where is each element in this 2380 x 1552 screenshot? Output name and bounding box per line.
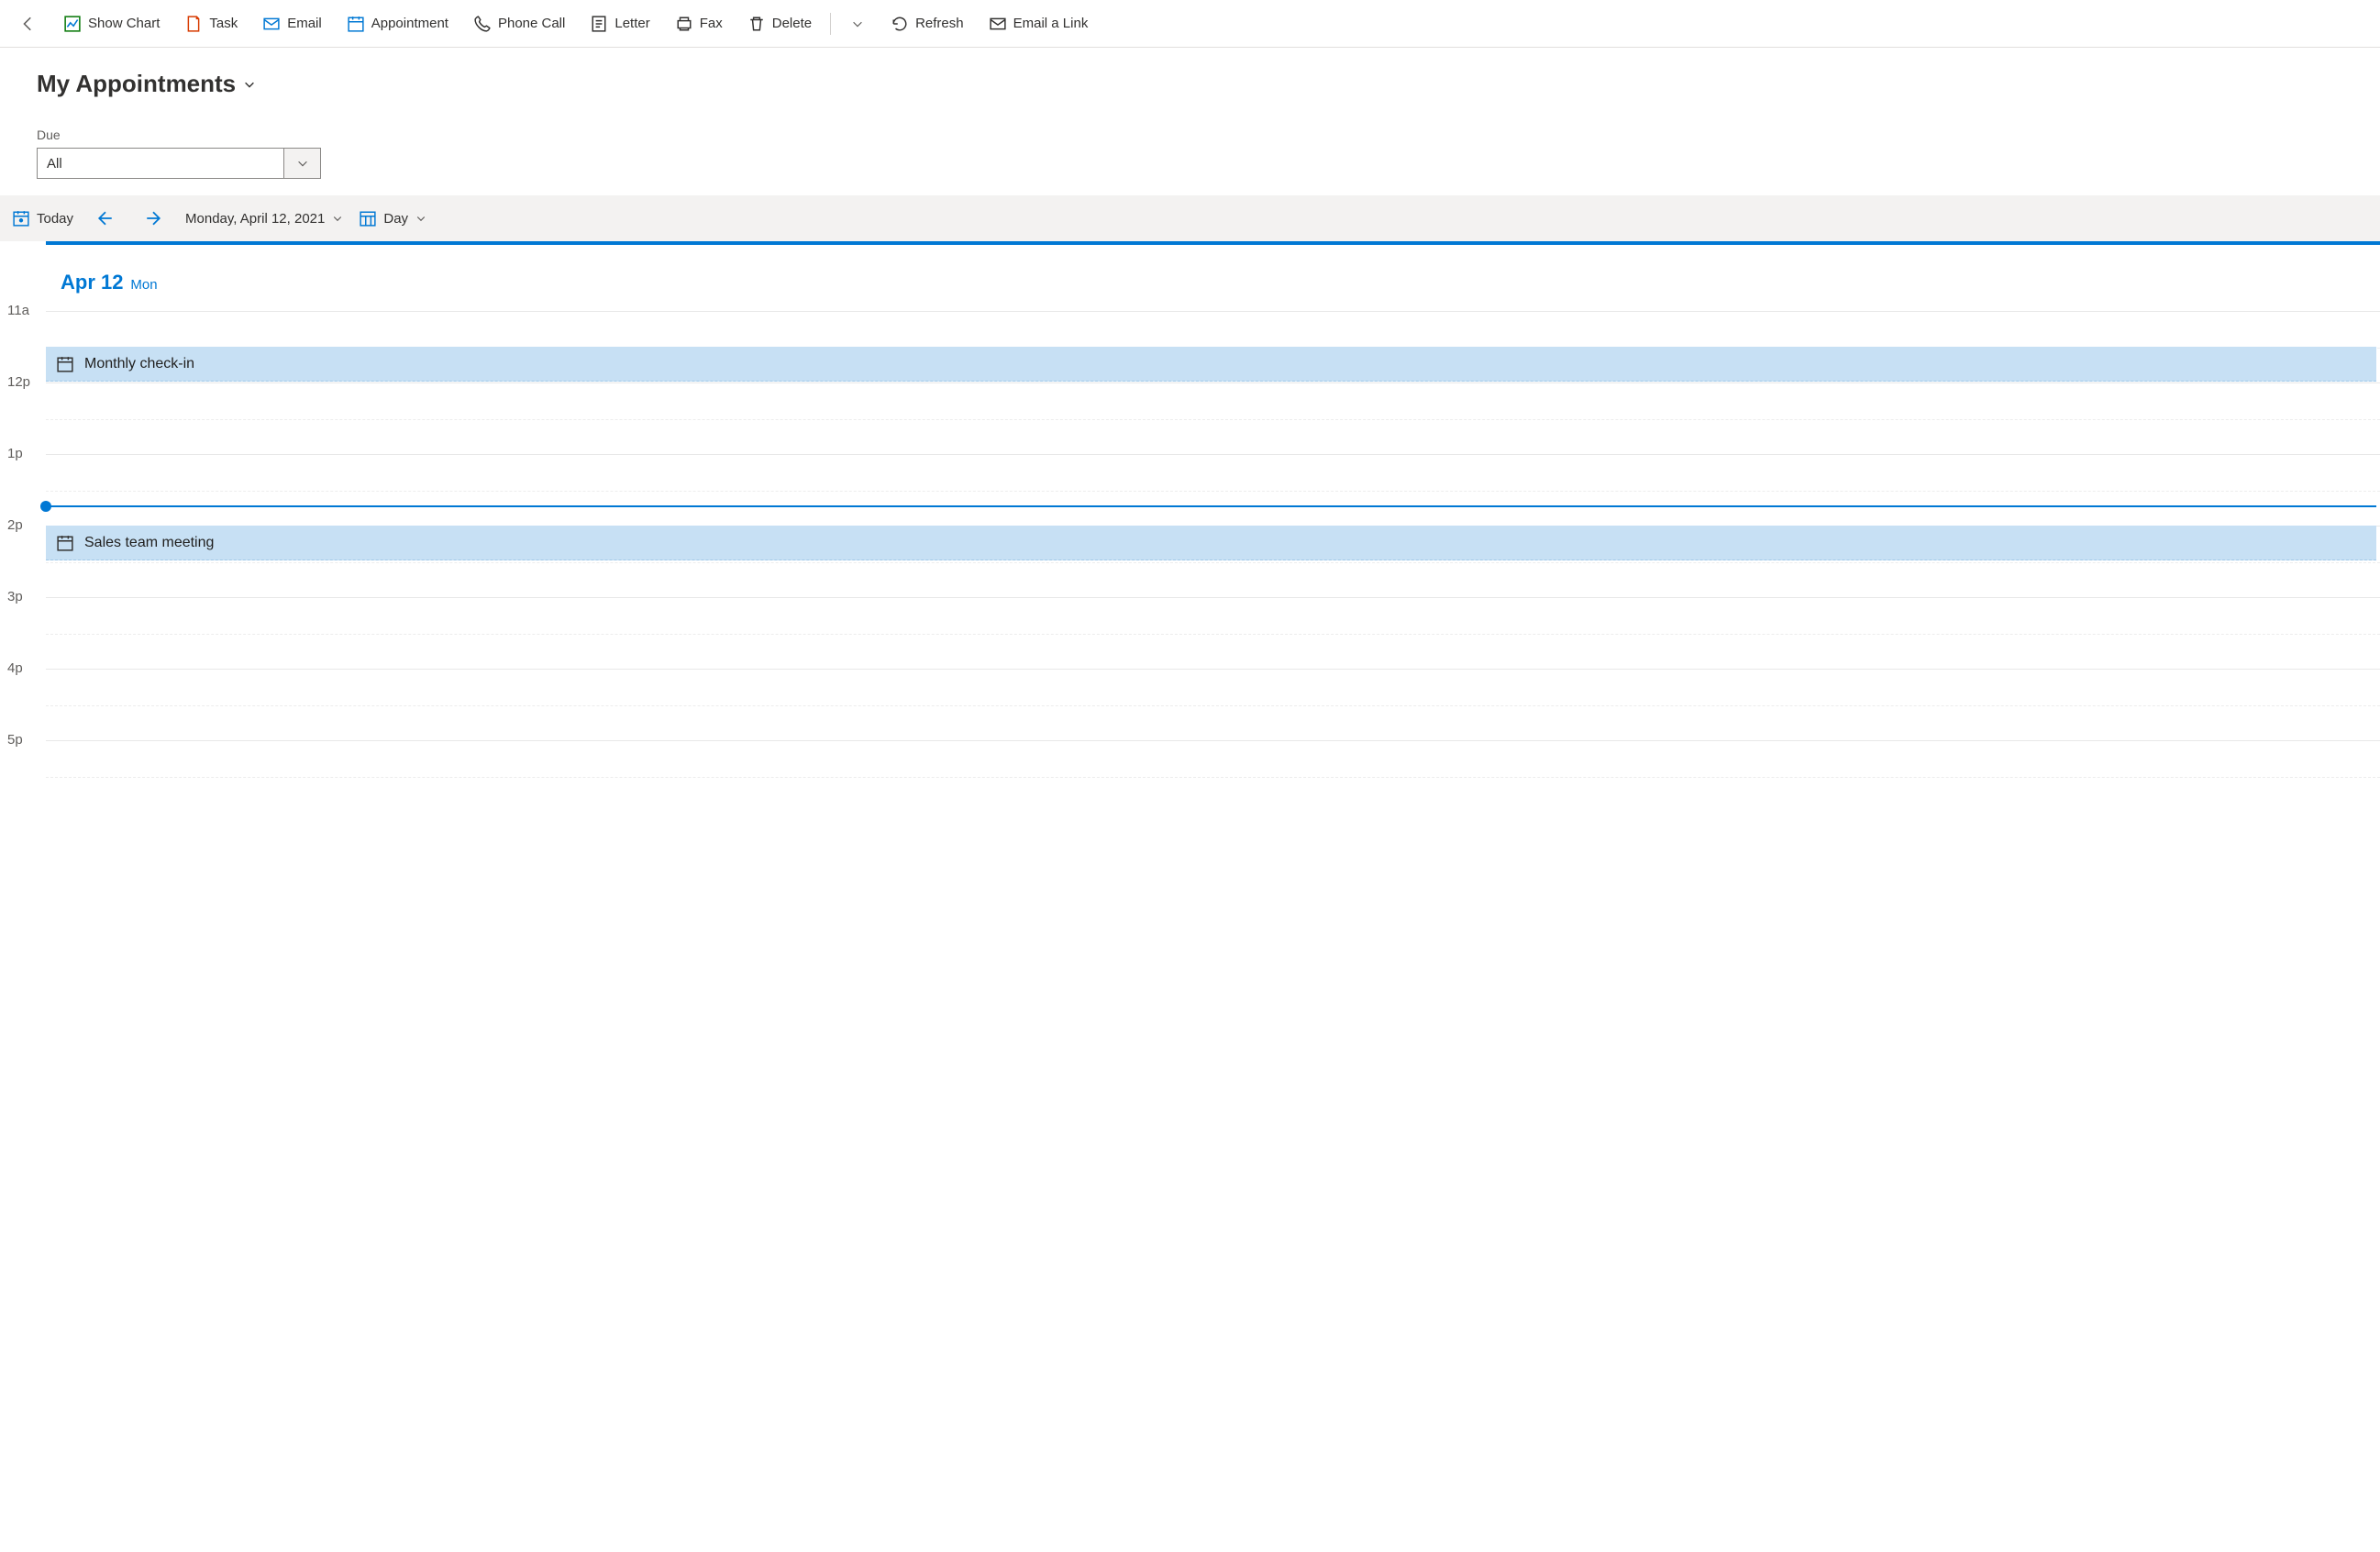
fax-icon (676, 16, 692, 32)
back-button[interactable] (7, 8, 50, 39)
hour-row[interactable]: 5p (46, 740, 2380, 812)
half-hour-line (46, 705, 2380, 706)
arrow-left-icon (97, 210, 114, 227)
hour-label: 12p (7, 374, 30, 390)
event-title: Sales team meeting (84, 535, 214, 551)
calendar: Apr 12 Mon 11a12p1p2p3p4p5pMonthly check… (0, 241, 2380, 812)
hour-row[interactable]: 4p (46, 669, 2380, 740)
chevron-down-icon (283, 149, 320, 178)
calendar-event[interactable]: Monthly check-in (46, 347, 2376, 382)
letter-label: Letter (614, 16, 649, 31)
letter-button[interactable]: Letter (580, 8, 660, 39)
email-label: Email (287, 16, 322, 31)
toolbar-separator (830, 13, 831, 35)
fax-label: Fax (700, 16, 723, 31)
fax-button[interactable]: Fax (665, 8, 734, 39)
hour-label: 4p (7, 660, 23, 676)
hour-label: 2p (7, 517, 23, 533)
trash-icon (748, 16, 765, 32)
hour-label: 3p (7, 589, 23, 604)
arrow-left-icon (20, 16, 37, 32)
email-link-icon (990, 16, 1006, 32)
filter-label: Due (37, 127, 2343, 142)
hour-label: 5p (7, 732, 23, 748)
calendar-today-icon (13, 210, 29, 227)
hour-row[interactable]: 1p (46, 454, 2380, 526)
phone-call-button[interactable]: Phone Call (463, 8, 576, 39)
hour-row[interactable]: 3p (46, 597, 2380, 669)
half-hour-line (46, 419, 2380, 420)
prev-day-button[interactable] (90, 206, 121, 230)
today-button[interactable]: Today (13, 210, 73, 227)
day-weekday: Mon (130, 277, 157, 293)
due-filter-select[interactable]: All (37, 148, 321, 179)
view-mode-label: Day (383, 211, 408, 227)
today-label: Today (37, 211, 73, 227)
email-link-label: Email a Link (1013, 16, 1089, 31)
chevron-down-icon (849, 16, 866, 32)
calendar-icon (57, 356, 73, 372)
show-chart-button[interactable]: Show Chart (53, 8, 171, 39)
delete-label: Delete (772, 16, 812, 31)
half-hour-line (46, 777, 2380, 778)
hour-grid[interactable]: 11a12p1p2p3p4p5pMonthly check-inSales te… (46, 311, 2380, 812)
chevron-down-icon (243, 78, 256, 91)
appointment-button[interactable]: Appointment (337, 8, 459, 39)
calendar-body: Apr 12 Mon 11a12p1p2p3p4p5pMonthly check… (46, 241, 2380, 812)
date-picker-button[interactable]: Monday, April 12, 2021 (185, 211, 343, 227)
refresh-label: Refresh (915, 16, 964, 31)
day-header: Apr 12 Mon (46, 245, 2380, 311)
half-hour-line (46, 562, 2380, 563)
chevron-down-icon (415, 213, 426, 224)
event-title: Monthly check-in (84, 356, 194, 372)
email-button[interactable]: Email (252, 8, 333, 39)
half-hour-line (46, 634, 2380, 635)
refresh-button[interactable]: Refresh (880, 8, 975, 39)
arrow-right-icon (145, 210, 161, 227)
date-nav-bar: Today Monday, April 12, 2021 Day (0, 195, 2380, 241)
view-selector[interactable]: My Appointments (37, 70, 2343, 98)
current-time-indicator (46, 505, 2376, 507)
calendar-icon (348, 16, 364, 32)
hour-label: 11a (7, 303, 29, 318)
current-date-text: Monday, April 12, 2021 (185, 211, 325, 227)
task-button[interactable]: Task (174, 8, 249, 39)
show-chart-label: Show Chart (88, 16, 160, 31)
calendar-event[interactable]: Sales team meeting (46, 526, 2376, 560)
due-filter-value: All (47, 156, 62, 172)
appointment-label: Appointment (371, 16, 448, 31)
half-hour-line (46, 491, 2380, 492)
refresh-icon (891, 16, 908, 32)
phone-icon (474, 16, 491, 32)
email-icon (263, 16, 280, 32)
task-label: Task (209, 16, 238, 31)
email-link-button[interactable]: Email a Link (979, 8, 1100, 39)
page-header: My Appointments Due All (0, 48, 2380, 195)
next-day-button[interactable] (138, 206, 169, 230)
hour-row[interactable]: 12p (46, 382, 2380, 454)
phone-call-label: Phone Call (498, 16, 565, 31)
hour-label: 1p (7, 446, 23, 461)
day-date: Apr 12 (61, 271, 123, 294)
page-title: My Appointments (37, 70, 236, 98)
letter-icon (591, 16, 607, 32)
chevron-down-icon (332, 213, 343, 224)
overflow-button[interactable] (838, 8, 877, 39)
calendar-icon (57, 535, 73, 551)
command-bar: Show Chart Task Email Appointment Phone … (0, 0, 2380, 48)
filter-area: Due All (37, 127, 2343, 179)
task-icon (185, 16, 202, 32)
delete-button[interactable]: Delete (737, 8, 823, 39)
calendar-view-icon (360, 210, 376, 227)
chart-icon (64, 16, 81, 32)
view-mode-button[interactable]: Day (360, 210, 426, 227)
